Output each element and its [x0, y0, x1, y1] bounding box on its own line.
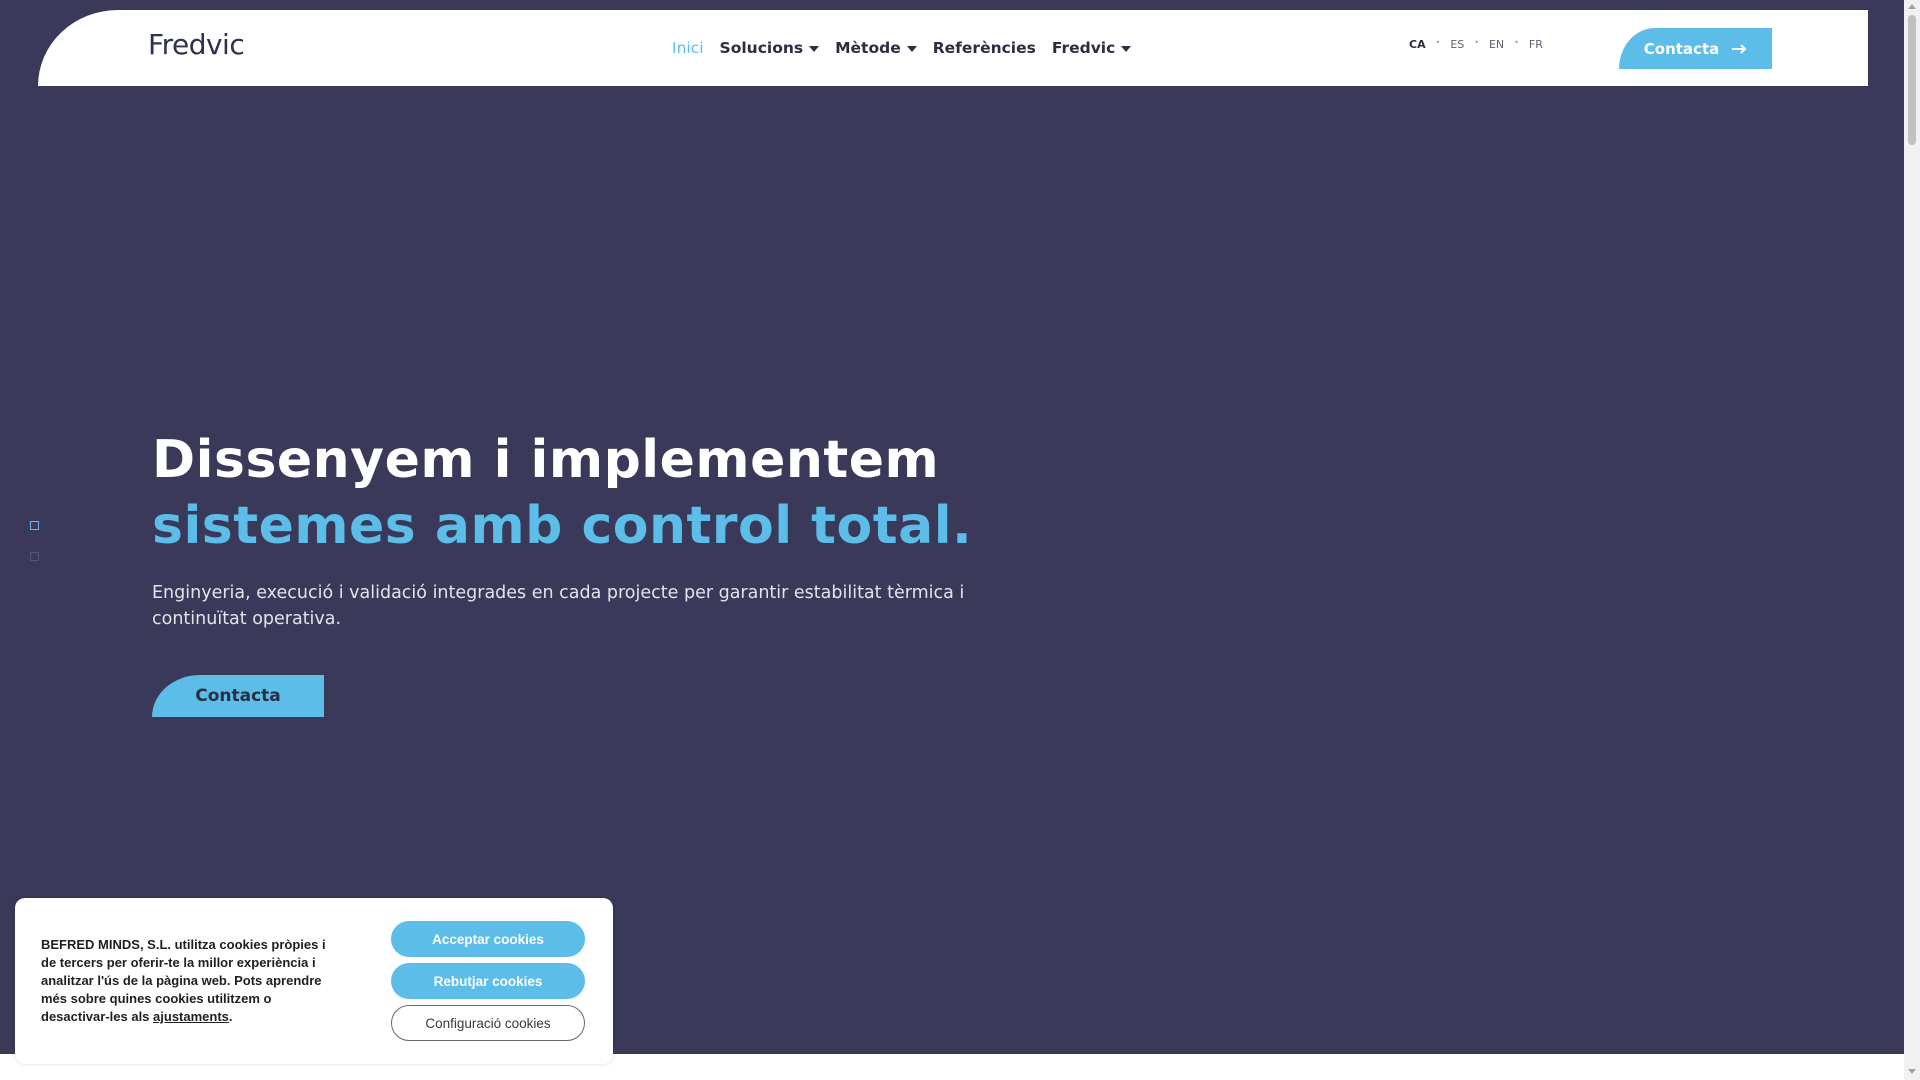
accept-cookies-button[interactable]: Acceptar cookies: [391, 921, 585, 957]
language-es[interactable]: ES: [1450, 38, 1464, 51]
separator-dot: •: [1514, 38, 1519, 47]
page-scrollbar[interactable]: [1904, 0, 1920, 1080]
scroll-down-icon[interactable]: [1908, 1069, 1916, 1074]
headline-line-2: sistemes amb control total.: [152, 496, 973, 556]
hero-subtext: Enginyeria, execució i validació integra…: [152, 583, 965, 629]
arrow-right-icon: [1732, 43, 1747, 54]
language-switcher: CA • ES • EN • FR: [1409, 38, 1543, 51]
slide-dot-2[interactable]: [30, 552, 39, 561]
configure-cookies-button[interactable]: Configuració cookies: [391, 1005, 585, 1041]
nav-item-label: Mètode: [835, 39, 901, 57]
chevron-down-icon: [906, 46, 917, 52]
hero-section: Fredvic Inici Solucions Mètode Referènci…: [0, 0, 1904, 1054]
contact-button-label: Contacta: [1643, 39, 1720, 58]
chevron-down-icon: [809, 46, 820, 52]
nav-item-inici[interactable]: Inici: [672, 39, 704, 57]
cookie-banner: BEFRED MINDS, S.L. utilitza cookies pròp…: [15, 898, 613, 1064]
header-contact-button[interactable]: Contacta: [1619, 28, 1772, 69]
reject-cookies-button[interactable]: Rebutjar cookies: [391, 963, 585, 999]
nav-item-label: Solucions: [719, 39, 804, 57]
hero-contact-button[interactable]: Contacta: [152, 675, 324, 717]
slider-pagination: [30, 521, 39, 583]
slide-dot-1[interactable]: [30, 521, 39, 530]
hero-headline: Dissenyem i implementem sistemes amb con…: [152, 427, 972, 559]
nav-item-label: Referències: [932, 39, 1036, 57]
nav-item-label: Fredvic: [1051, 39, 1116, 57]
cookie-message: BEFRED MINDS, S.L. utilitza cookies pròp…: [41, 936, 331, 1026]
logo[interactable]: Fredvic: [148, 28, 245, 61]
scroll-up-icon[interactable]: [1908, 4, 1916, 9]
headline-line-1: Dissenyem i implementem: [152, 430, 940, 490]
scroll-thumb[interactable]: [1908, 15, 1916, 145]
nav-item-metode[interactable]: Mètode: [835, 39, 917, 57]
cookie-message-end: .: [228, 1009, 233, 1024]
main-nav: Inici Solucions Mètode Referències Fredv…: [672, 10, 1132, 86]
separator-dot: •: [1435, 38, 1441, 47]
page-viewport: Fredvic Inici Solucions Mètode Referènci…: [0, 0, 1904, 1080]
nav-item-referencies[interactable]: Referències: [933, 39, 1036, 57]
hero-button-label: Contacta: [195, 686, 281, 706]
language-fr[interactable]: FR: [1529, 38, 1543, 51]
nav-item-solucions[interactable]: Solucions: [720, 39, 820, 57]
language-en[interactable]: EN: [1489, 38, 1504, 51]
site-header: Fredvic Inici Solucions Mètode Referènci…: [38, 10, 1868, 86]
chevron-down-icon: [1121, 46, 1132, 52]
cookie-settings-link[interactable]: ajustaments: [153, 1009, 229, 1024]
nav-item-label: Inici: [672, 39, 704, 57]
nav-item-fredvic[interactable]: Fredvic: [1051, 39, 1132, 57]
separator-dot: •: [1474, 38, 1479, 47]
language-ca[interactable]: CA: [1409, 38, 1426, 51]
